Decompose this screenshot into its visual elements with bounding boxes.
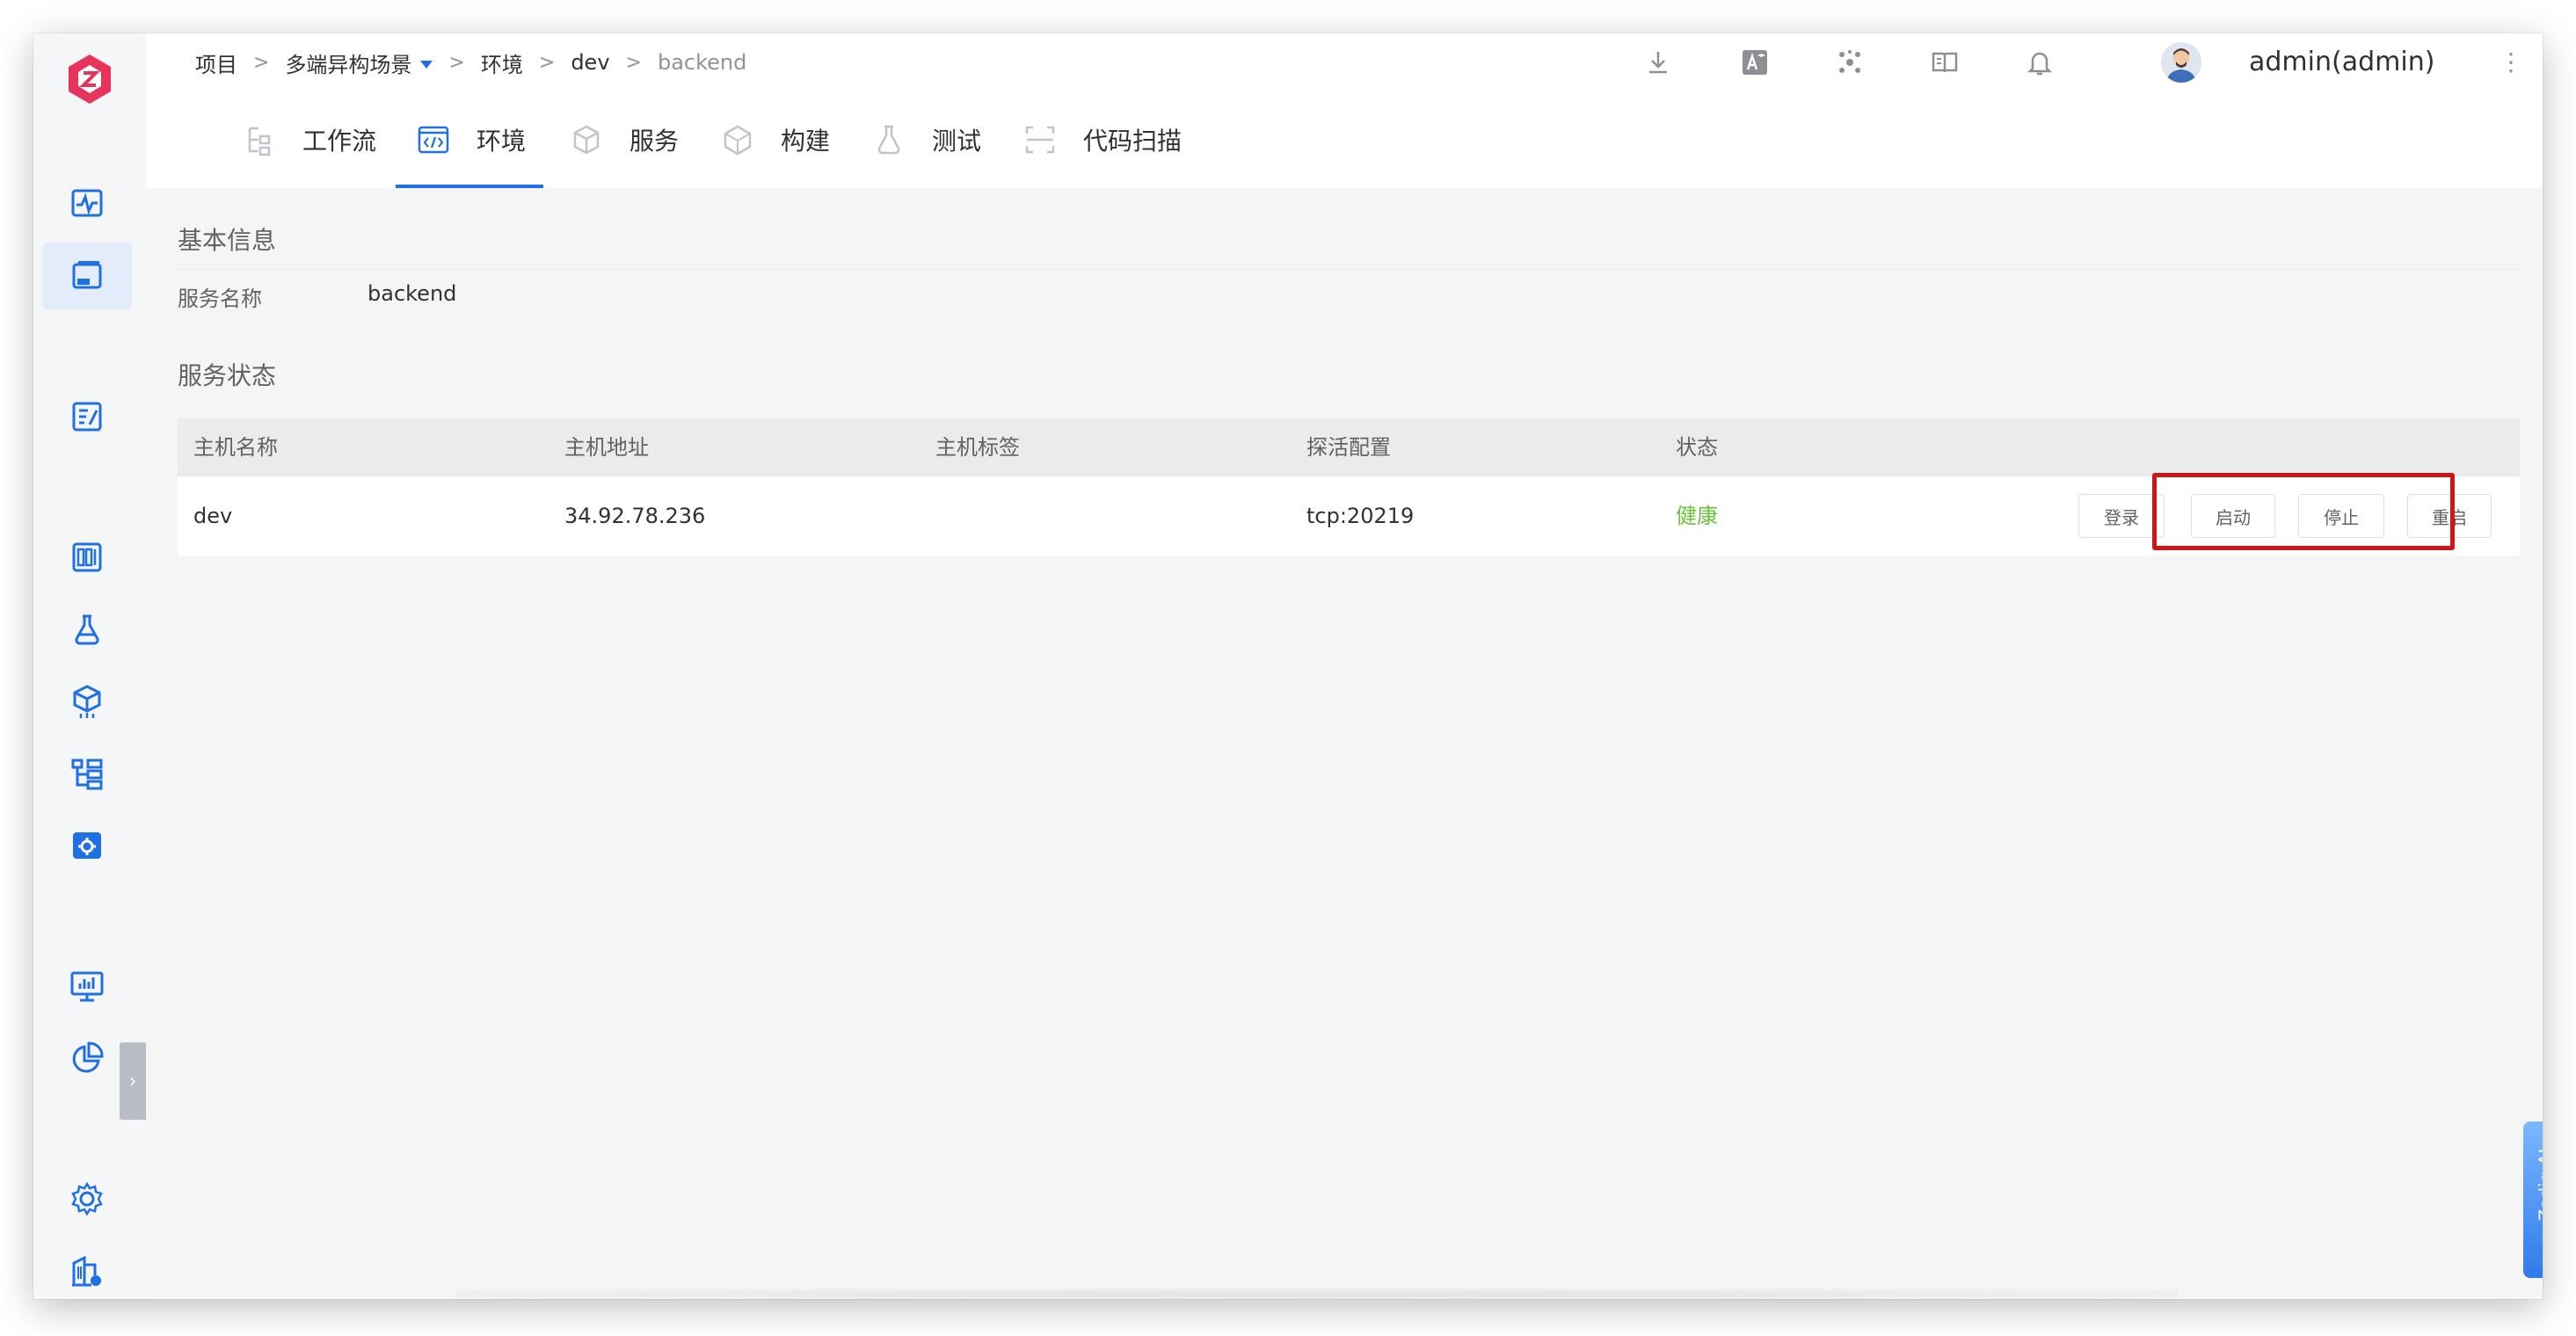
flask-icon [75,614,99,645]
code-scan-icon [1025,126,1055,154]
test-icon [877,125,900,155]
tab-label: 测试 [932,127,982,156]
sidebar-item-pipeline[interactable] [42,740,132,807]
docs-icon[interactable] [1927,45,1962,80]
breadcrumb-separator: > [538,51,556,74]
tab-environment[interactable]: 环境 [396,91,544,188]
breadcrumb-projects[interactable]: 项目 [195,47,237,78]
chevron-down-icon[interactable] [420,60,433,69]
service-name-label: 服务名称 [178,287,262,311]
sidebar-item-dashboard[interactable] [42,953,132,1020]
tab-code-scan[interactable]: 代码扫描 [1023,91,1182,188]
column-header: 探活配置 [1306,435,1391,460]
probe-config-cell: tcp:20219 [1306,504,1415,528]
breadcrumb-separator: > [448,51,465,74]
more-menu-icon[interactable]: ⋮ [2499,33,2523,91]
package-icon [73,685,101,718]
tab-service[interactable]: 服务 [570,91,679,188]
gear-box-icon [73,832,101,859]
top-bar: 项目 > 多端异构场景 > 环境 > dev > backend admin(a… [146,33,2543,92]
tab-build[interactable]: 构建 [721,91,830,188]
sidebar-item-tests[interactable] [42,596,132,663]
sidebar-item-system-settings[interactable] [42,1165,132,1232]
sidebar-item-artifacts[interactable] [42,668,132,735]
breadcrumb-environment[interactable]: 环境 [481,47,523,78]
zadig-logo[interactable] [56,46,123,113]
sidebar-item-statistics[interactable] [42,1025,132,1092]
bottom-shadow [455,1289,2179,1299]
sidebar-item-builds[interactable] [42,524,132,591]
service-name-value: backend [367,281,457,306]
tab-test[interactable]: 测试 [872,91,981,188]
sidebar-item-release[interactable] [42,383,132,450]
highlight-box [2152,473,2455,550]
app-window: › 项目 > 多端异构场景 > 环境 > dev > backend admin… [33,33,2543,1299]
column-header: 主机名称 [193,435,278,460]
tab-workflow[interactable]: 工作流 [243,91,376,188]
environment-icon [418,126,449,154]
translate-icon[interactable] [1737,45,1772,80]
bell-icon[interactable] [2022,45,2057,80]
host-address-cell: 34.92.78.236 [564,504,706,528]
tab-label: 服务 [629,127,680,156]
breadcrumb-project[interactable]: 多端异构场景 [285,47,411,78]
sidebar-item-monitor[interactable] [42,171,132,237]
tab-label: 代码扫描 [1083,127,1182,156]
username[interactable]: admin(admin) [2249,33,2434,91]
building-icon [72,1255,101,1287]
network-icon[interactable] [1832,45,1867,80]
pie-chart-icon [72,1042,104,1073]
sidebar-expand-toggle[interactable]: › [120,1042,146,1120]
service-status-title: 服务状态 [178,361,277,390]
settings-icon [71,1181,103,1216]
breadcrumb-separator: > [253,51,270,74]
tab-label: 构建 [781,127,831,156]
workflow-icon [248,127,271,156]
table-header: 主机名称 主机地址 主机标签 探活配置 状态 [178,418,2520,476]
host-name-cell: dev [193,504,233,528]
zadig-ai-tab[interactable]: Zadig AI [2523,1122,2543,1278]
sidebar: › [33,33,146,1299]
monitor-chart-icon [70,971,104,1002]
download-icon[interactable] [1641,45,1676,80]
tab-label: 工作流 [302,127,377,156]
breadcrumb: 项目 > 多端异构场景 > 环境 > dev > backend [195,33,746,91]
sidebar-item-enterprise[interactable] [42,1238,132,1299]
column-header: 主机标签 [935,435,1020,460]
project-icon [72,261,102,289]
active-tab-indicator [396,185,544,188]
column-header: 状态 [1676,435,1718,460]
column-header: 主机地址 [564,435,649,460]
build-grid-icon [72,542,102,572]
breadcrumb-separator: > [625,51,642,74]
edit-doc-icon [72,402,102,432]
sidebar-item-settings-box[interactable] [42,812,132,879]
zadig-ai-label: Zadig AI [2535,1148,2543,1222]
build-icon [724,125,752,156]
pulse-icon [71,189,103,217]
avatar[interactable] [2161,42,2201,83]
breadcrumb-service: backend [657,50,747,75]
breadcrumb-env-name[interactable]: dev [571,50,609,75]
tab-label: 环境 [477,127,527,156]
service-icon [573,125,600,155]
tree-icon [71,759,103,790]
divider [178,269,2520,270]
basic-info-title: 基本信息 [178,226,277,255]
project-tabs: 工作流 环境 服务 构建 测试 代码扫描 [146,91,2543,188]
sidebar-item-projects[interactable] [42,243,132,309]
status-badge: 健康 [1676,504,1718,528]
